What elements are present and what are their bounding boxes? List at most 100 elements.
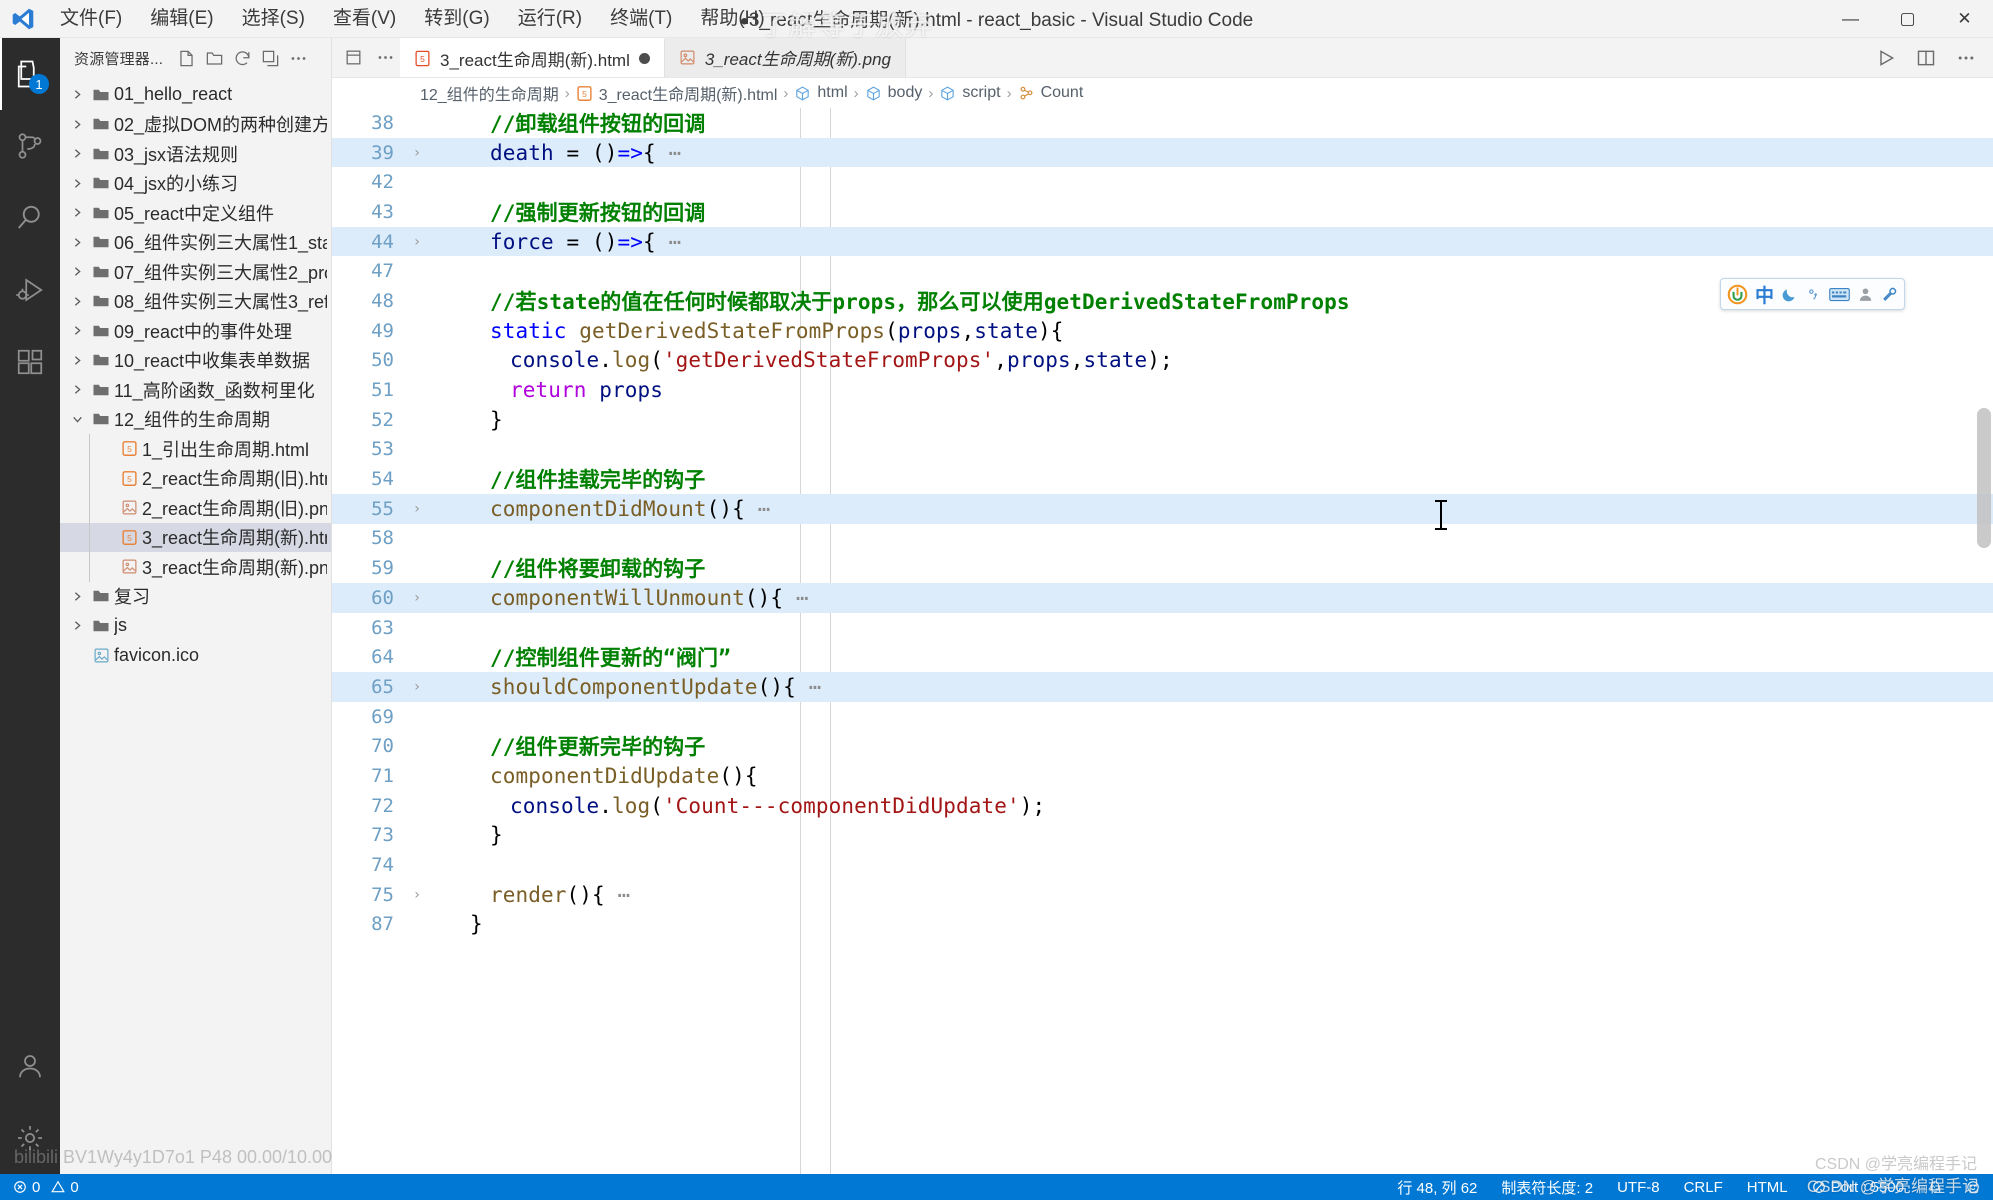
breadcrumb-item[interactable]: html xyxy=(794,84,848,102)
fold-chevron-icon[interactable]: › xyxy=(406,234,428,250)
tree-item[interactable]: 5 2_react生命周期(旧).html xyxy=(60,463,331,493)
activity-extensions[interactable] xyxy=(0,326,60,398)
tree-item[interactable]: 07_组件实例三大属性2_props xyxy=(60,257,331,287)
breadcrumb-item[interactable]: body xyxy=(865,84,922,102)
status-live-server-port[interactable]: Port : 5500 xyxy=(1809,1179,1907,1196)
punctuation-icon[interactable] xyxy=(1805,282,1822,306)
code-line[interactable]: 42 xyxy=(332,167,1993,197)
chevron-down-icon[interactable] xyxy=(66,413,88,426)
code-line[interactable]: 44 › force = ()=>{ ⋯ xyxy=(332,226,1993,257)
menu-selection[interactable]: 选择(S) xyxy=(228,0,319,38)
code-line[interactable]: 39 › death = ()=>{ ⋯ xyxy=(332,137,1993,168)
status-line-col[interactable]: 行 48, 列 62 xyxy=(1394,1177,1480,1198)
user-icon[interactable] xyxy=(1857,282,1874,306)
code-line[interactable]: 53 xyxy=(332,435,1993,465)
status-problems[interactable]: 0 0 xyxy=(10,1179,82,1196)
minimize-button[interactable]: — xyxy=(1822,0,1879,38)
chevron-right-icon[interactable] xyxy=(66,206,88,219)
menu-edit[interactable]: 编辑(E) xyxy=(136,0,227,38)
close-button[interactable]: ✕ xyxy=(1936,0,1993,38)
code-line[interactable]: 60 › componentWillUnmount(){ ⋯ xyxy=(332,583,1993,613)
code-editor[interactable]: 38//卸载组件按钮的回调 39 › death = ()=>{ ⋯ 42 43//强制更… xyxy=(332,108,1993,1174)
code-line[interactable]: 69 xyxy=(332,702,1993,732)
tree-item[interactable]: favicon.ico xyxy=(60,641,331,671)
chevron-right-icon[interactable] xyxy=(66,590,88,603)
sogou-logo-icon[interactable] xyxy=(1727,282,1748,306)
menu-run[interactable]: 运行(R) xyxy=(504,0,596,38)
soft-keyboard-icon[interactable] xyxy=(1829,282,1850,306)
toolbox-icon[interactable] xyxy=(1881,282,1898,306)
new-file-icon[interactable] xyxy=(173,45,199,71)
fold-chevron-icon[interactable]: › xyxy=(406,679,428,695)
tree-item[interactable]: 03_jsx语法规则 xyxy=(60,139,331,169)
chinese-mode-icon[interactable]: 中 xyxy=(1755,282,1774,307)
tree-item[interactable]: 09_react中的事件处理 xyxy=(60,316,331,346)
tab-html-active[interactable]: 5 3_react生命周期(新).html xyxy=(400,38,665,77)
menu-view[interactable]: 查看(V) xyxy=(319,0,410,38)
activity-settings-gear-icon[interactable] xyxy=(0,1102,60,1174)
activity-explorer[interactable]: 1 xyxy=(0,38,60,110)
code-line[interactable]: 43 //强制更新按钮的回调 xyxy=(332,197,1993,227)
breadcrumb[interactable]: 12_组件的生命周期 › 5 3_react生命周期(新).html › html › bod… xyxy=(332,78,1993,108)
tab-dirty-dot[interactable] xyxy=(638,52,650,64)
chevron-right-icon[interactable] xyxy=(66,354,88,367)
tree-item[interactable]: 3_react生命周期(新).png xyxy=(60,552,331,582)
run-preview-icon[interactable] xyxy=(1869,41,1903,75)
menu-file[interactable]: 文件(F) xyxy=(46,0,136,38)
fold-chevron-icon[interactable]: › xyxy=(406,887,428,903)
chevron-right-icon[interactable] xyxy=(66,118,88,131)
tab-png-preview[interactable]: 3_react生命周期(新).png xyxy=(664,38,906,77)
chevron-right-icon[interactable] xyxy=(66,88,88,101)
tree-item[interactable]: 10_react中收集表单数据 xyxy=(60,346,331,376)
code-line[interactable]: 54 //组件挂载完毕的钩子 xyxy=(332,464,1993,494)
status-tab-size[interactable]: 制表符长度: 2 xyxy=(1498,1177,1596,1198)
code-lines[interactable]: 38//卸载组件按钮的回调 39 › death = ()=>{ ⋯ 42 43//强制更… xyxy=(332,108,1993,939)
code-line[interactable]: 75 › render(){ ⋯ xyxy=(332,880,1993,910)
code-line[interactable]: 73} xyxy=(332,821,1993,851)
code-line[interactable]: 51 return props xyxy=(332,375,1993,405)
activity-source-control[interactable] xyxy=(0,110,60,182)
tree-item[interactable]: 5 1_引出生命周期.html xyxy=(60,434,331,464)
activity-account[interactable] xyxy=(0,1030,60,1102)
status-eol[interactable]: CRLF xyxy=(1681,1179,1726,1196)
chevron-right-icon[interactable] xyxy=(66,383,88,396)
status-feedback-smiley-icon[interactable] xyxy=(1963,1180,1983,1194)
code-line[interactable]: 50 console.log('getDerivedStateFromProps'… xyxy=(332,346,1993,376)
tree-item[interactable]: js xyxy=(60,611,331,641)
code-line[interactable]: 74 xyxy=(332,850,1993,880)
tree-item[interactable]: 12_组件的生命周期 xyxy=(60,405,331,435)
fold-chevron-icon[interactable]: › xyxy=(406,145,428,161)
code-line[interactable]: 59 //组件将要卸载的钩子 xyxy=(332,553,1993,583)
activity-run-debug[interactable] xyxy=(0,254,60,326)
breadcrumb-item[interactable]: Count xyxy=(1018,84,1083,102)
maximize-button[interactable]: ▢ xyxy=(1879,0,1936,38)
code-line[interactable]: 55 › componentDidMount(){ ⋯ xyxy=(332,493,1993,524)
menu-help[interactable]: 帮助(H) xyxy=(686,0,778,38)
activity-search[interactable] xyxy=(0,182,60,254)
open-editors-icon[interactable] xyxy=(338,43,368,73)
code-line[interactable]: 70 //组件更新完毕的钩子 xyxy=(332,731,1993,761)
editor-more-actions-icon[interactable] xyxy=(1949,41,1983,75)
tree-item[interactable]: 01_hello_react xyxy=(60,80,331,110)
tree-item[interactable]: 08_组件实例三大属性3_refs xyxy=(60,287,331,317)
collapse-all-icon[interactable] xyxy=(257,45,283,71)
chevron-right-icon[interactable] xyxy=(66,177,88,190)
chevron-right-icon[interactable] xyxy=(66,324,88,337)
tree-item[interactable]: 02_虚拟DOM的两种创建方式 xyxy=(60,110,331,140)
status-language-mode[interactable]: HTML xyxy=(1744,1179,1791,1196)
moon-icon[interactable] xyxy=(1781,282,1798,306)
code-line[interactable]: 52} xyxy=(332,405,1993,435)
tree-item[interactable]: 2_react生命周期(旧).png xyxy=(60,493,331,523)
code-line[interactable]: 65 › shouldComponentUpdate(){ ⋯ xyxy=(332,672,1993,702)
chevron-right-icon[interactable] xyxy=(66,295,88,308)
tabs-more-icon[interactable] xyxy=(370,43,400,73)
tree-item[interactable]: 05_react中定义组件 xyxy=(60,198,331,228)
tree-item[interactable]: 04_jsx的小练习 xyxy=(60,169,331,199)
chevron-right-icon[interactable] xyxy=(66,236,88,249)
status-notifications-bell-icon[interactable] xyxy=(1925,1180,1945,1194)
ime-toolbar[interactable]: 中 xyxy=(1719,278,1905,310)
code-line[interactable]: 64 //控制组件更新的“阀门” xyxy=(332,642,1993,672)
breadcrumb-item[interactable]: script xyxy=(939,84,1001,102)
code-line[interactable]: 72 console.log('Count---componentDidUpdat… xyxy=(332,791,1993,821)
code-line[interactable]: 71 componentDidUpdate(){ xyxy=(332,761,1993,791)
